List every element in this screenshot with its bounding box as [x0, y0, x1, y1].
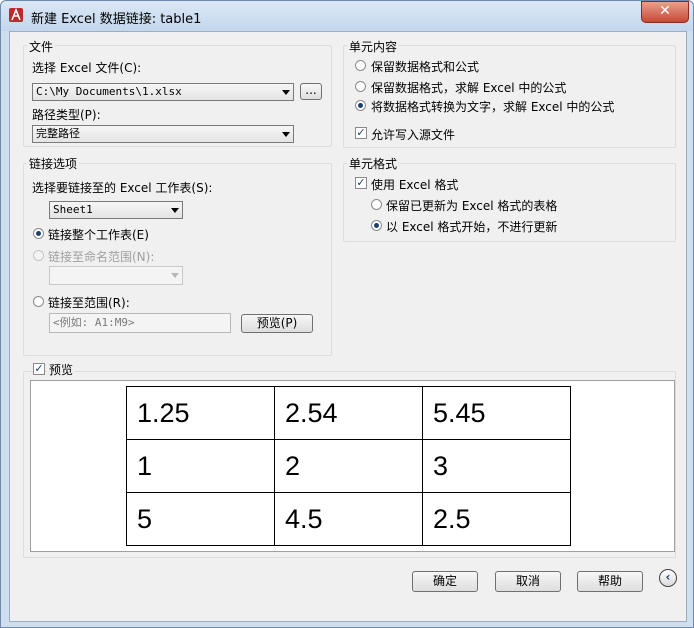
file-path-value: C:\My Documents\1.xlsx — [36, 85, 182, 98]
keep-updated-radio[interactable] — [371, 199, 382, 210]
start-excel-label: 以 Excel 格式开始，不进行更新 — [386, 220, 558, 234]
table-cell: 4.5 — [274, 492, 423, 546]
chevron-down-icon — [282, 90, 290, 95]
chevron-down-icon — [171, 208, 179, 213]
sheet-label: 选择要链接至的 Excel 工作表(S): — [32, 181, 213, 195]
table-row: 1.25 2.54 5.45 — [126, 386, 571, 440]
cell-format-title: 单元格式 — [347, 155, 400, 172]
table-cell: 2.54 — [274, 386, 423, 440]
close-icon: ✕ — [659, 3, 671, 19]
sheet-combo[interactable]: Sheet1 — [49, 201, 183, 219]
collapse-chevron-icon[interactable]: ‹ — [659, 569, 677, 587]
help-button[interactable]: 帮助 — [577, 571, 643, 592]
convert-text-label: 将数据格式转换为文字，求解 Excel 中的公式 — [371, 100, 615, 114]
preview-table: 1.25 2.54 5.45 1 2 3 5 4.5 2.5 — [126, 386, 571, 546]
table-row: 5 4.5 2.5 — [126, 492, 571, 546]
keep-format-formula-label: 保留数据格式和公式 — [371, 60, 480, 74]
title-bar[interactable]: 新建 Excel 数据链接: table1 ✕ — [1, 1, 693, 31]
chevron-down-icon — [171, 273, 179, 278]
keep-format-solve-radio[interactable] — [355, 81, 366, 92]
start-excel-radio[interactable] — [371, 220, 382, 231]
keep-format-formula-radio[interactable] — [355, 60, 366, 71]
table-cell: 2.5 — [422, 492, 571, 546]
close-button[interactable]: ✕ — [641, 1, 689, 23]
use-excel-format-checkbox[interactable]: ✓ — [355, 177, 367, 189]
file-group-title: 文件 — [27, 38, 56, 55]
table-cell: 2 — [274, 439, 423, 493]
table-cell: 1.25 — [126, 386, 275, 440]
link-options-title: 链接选项 — [27, 155, 80, 172]
select-file-label: 选择 Excel 文件(C): — [32, 61, 142, 75]
whole-sheet-label: 链接整个工作表(E) — [48, 228, 149, 242]
preview-label: 预览 — [47, 361, 76, 378]
allow-write-checkbox[interactable]: ✓ — [355, 127, 367, 139]
dialog-client: 文件 选择 Excel 文件(C): C:\My Documents\1.xls… — [9, 31, 687, 622]
preview-button[interactable]: 预览(P) — [241, 314, 313, 333]
range-radio[interactable] — [33, 296, 44, 307]
named-range-radio[interactable] — [33, 250, 44, 261]
keep-format-solve-label: 保留数据格式，求解 Excel 中的公式 — [371, 81, 567, 95]
file-path-combo[interactable]: C:\My Documents\1.xlsx — [32, 83, 294, 101]
browse-button[interactable]: ... — [300, 83, 322, 100]
table-cell: 1 — [126, 439, 275, 493]
preview-checkbox[interactable]: ✓ — [33, 363, 45, 375]
dialog-window: 新建 Excel 数据链接: table1 ✕ 文件 选择 Excel 文件(C… — [0, 0, 694, 628]
whole-sheet-radio[interactable] — [33, 228, 44, 239]
chevron-down-icon — [282, 132, 290, 137]
sheet-value: Sheet1 — [53, 203, 93, 216]
range-label: 链接至范围(R): — [48, 296, 130, 310]
range-input[interactable]: <例如: A1:M9> — [49, 313, 231, 333]
range-placeholder: <例如: A1:M9> — [53, 316, 135, 329]
path-type-value: 完整路径 — [36, 127, 80, 140]
cell-content-title: 单元内容 — [347, 38, 400, 55]
path-type-combo[interactable]: 完整路径 — [32, 125, 294, 143]
autocad-app-icon — [9, 8, 23, 22]
ok-button[interactable]: 确定 — [412, 571, 478, 592]
table-cell: 5.45 — [422, 386, 571, 440]
path-type-label: 路径类型(P): — [32, 108, 101, 122]
preview-pane: 1.25 2.54 5.45 1 2 3 5 4.5 2.5 — [30, 380, 675, 552]
window-title: 新建 Excel 数据链接: table1 — [31, 12, 202, 27]
convert-text-radio[interactable] — [355, 100, 366, 111]
table-cell: 5 — [126, 492, 275, 546]
named-range-label: 链接至命名范围(N): — [48, 250, 155, 264]
named-range-combo[interactable] — [49, 266, 183, 285]
allow-write-label: 允许写入源文件 — [371, 128, 456, 142]
table-cell: 3 — [422, 439, 571, 493]
cancel-button[interactable]: 取消 — [495, 571, 561, 592]
use-excel-format-label: 使用 Excel 格式 — [371, 178, 459, 192]
keep-updated-label: 保留已更新为 Excel 格式的表格 — [386, 199, 558, 213]
table-row: 1 2 3 — [126, 439, 571, 493]
